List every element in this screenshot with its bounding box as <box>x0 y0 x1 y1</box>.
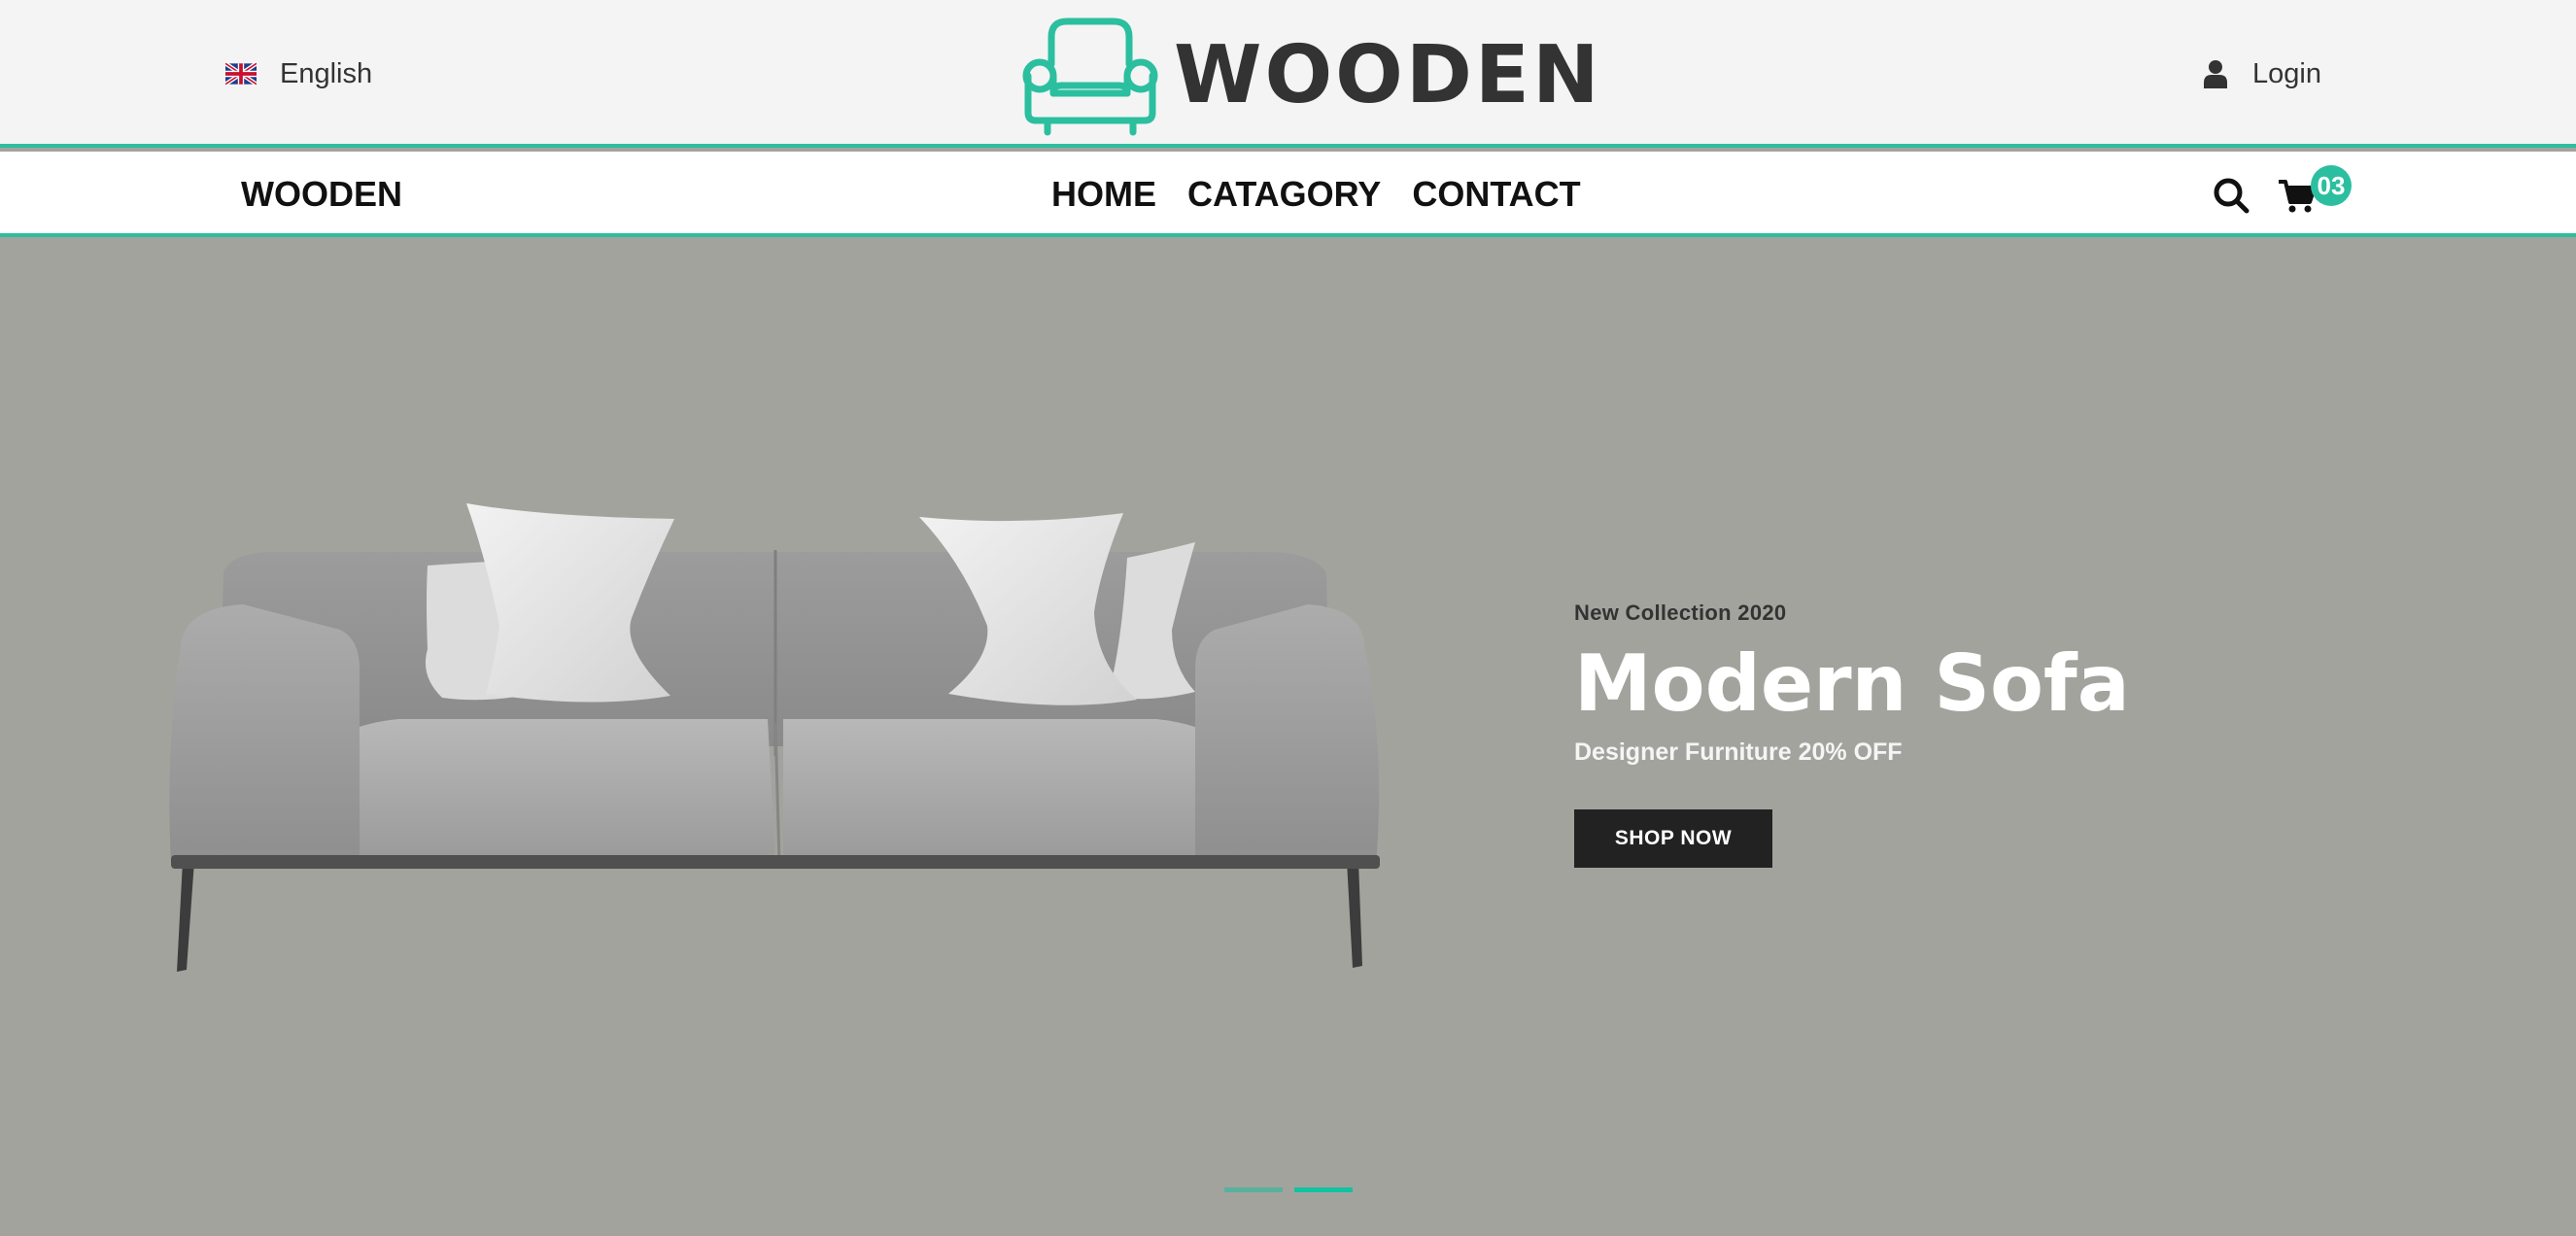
hero-content: New Collection 2020 Modern Sofa Designer… <box>1574 601 2130 868</box>
slide-dot-1[interactable] <box>1224 1187 1283 1192</box>
nav-item-home[interactable]: HOME <box>1051 174 1156 215</box>
nav-item-catagory[interactable]: CATAGORY <box>1187 174 1381 215</box>
search-icon[interactable] <box>2213 177 2250 214</box>
hero-title: Modern Sofa <box>1574 638 2130 729</box>
cart-count-badge: 03 <box>2311 165 2352 206</box>
login-link[interactable]: Login <box>2204 54 2321 93</box>
sofa-image <box>169 503 1380 972</box>
login-label: Login <box>2252 57 2321 89</box>
site-logo[interactable]: WOODEN <box>1022 16 1602 136</box>
hero-slider: New Collection 2020 Modern Sofa Designer… <box>0 241 2576 1236</box>
user-icon <box>2204 60 2228 88</box>
nav-brand[interactable]: WOODEN <box>241 152 402 237</box>
shop-now-button[interactable]: SHOP NOW <box>1574 809 1772 868</box>
nav-item-contact[interactable]: CONTACT <box>1412 174 1580 215</box>
logo-wordmark: WOODEN <box>1174 29 1602 121</box>
hero-kicker: New Collection 2020 <box>1574 601 1787 625</box>
hero-subtitle: Designer Furniture 20% OFF <box>1574 738 1903 766</box>
main-navbar: WOODEN HOME CATAGORY CONTACT <box>0 152 2576 237</box>
top-bar: English WOODEN Login <box>0 0 2576 148</box>
slide-dot-2[interactable] <box>1294 1187 1353 1192</box>
uk-flag-icon <box>225 61 257 86</box>
slider-pagination <box>1224 1187 1364 1192</box>
language-label: English <box>280 57 373 89</box>
nav-menu: HOME CATAGORY CONTACT <box>1051 152 1612 237</box>
language-selector[interactable]: English <box>225 54 372 93</box>
armchair-icon <box>1022 17 1158 136</box>
